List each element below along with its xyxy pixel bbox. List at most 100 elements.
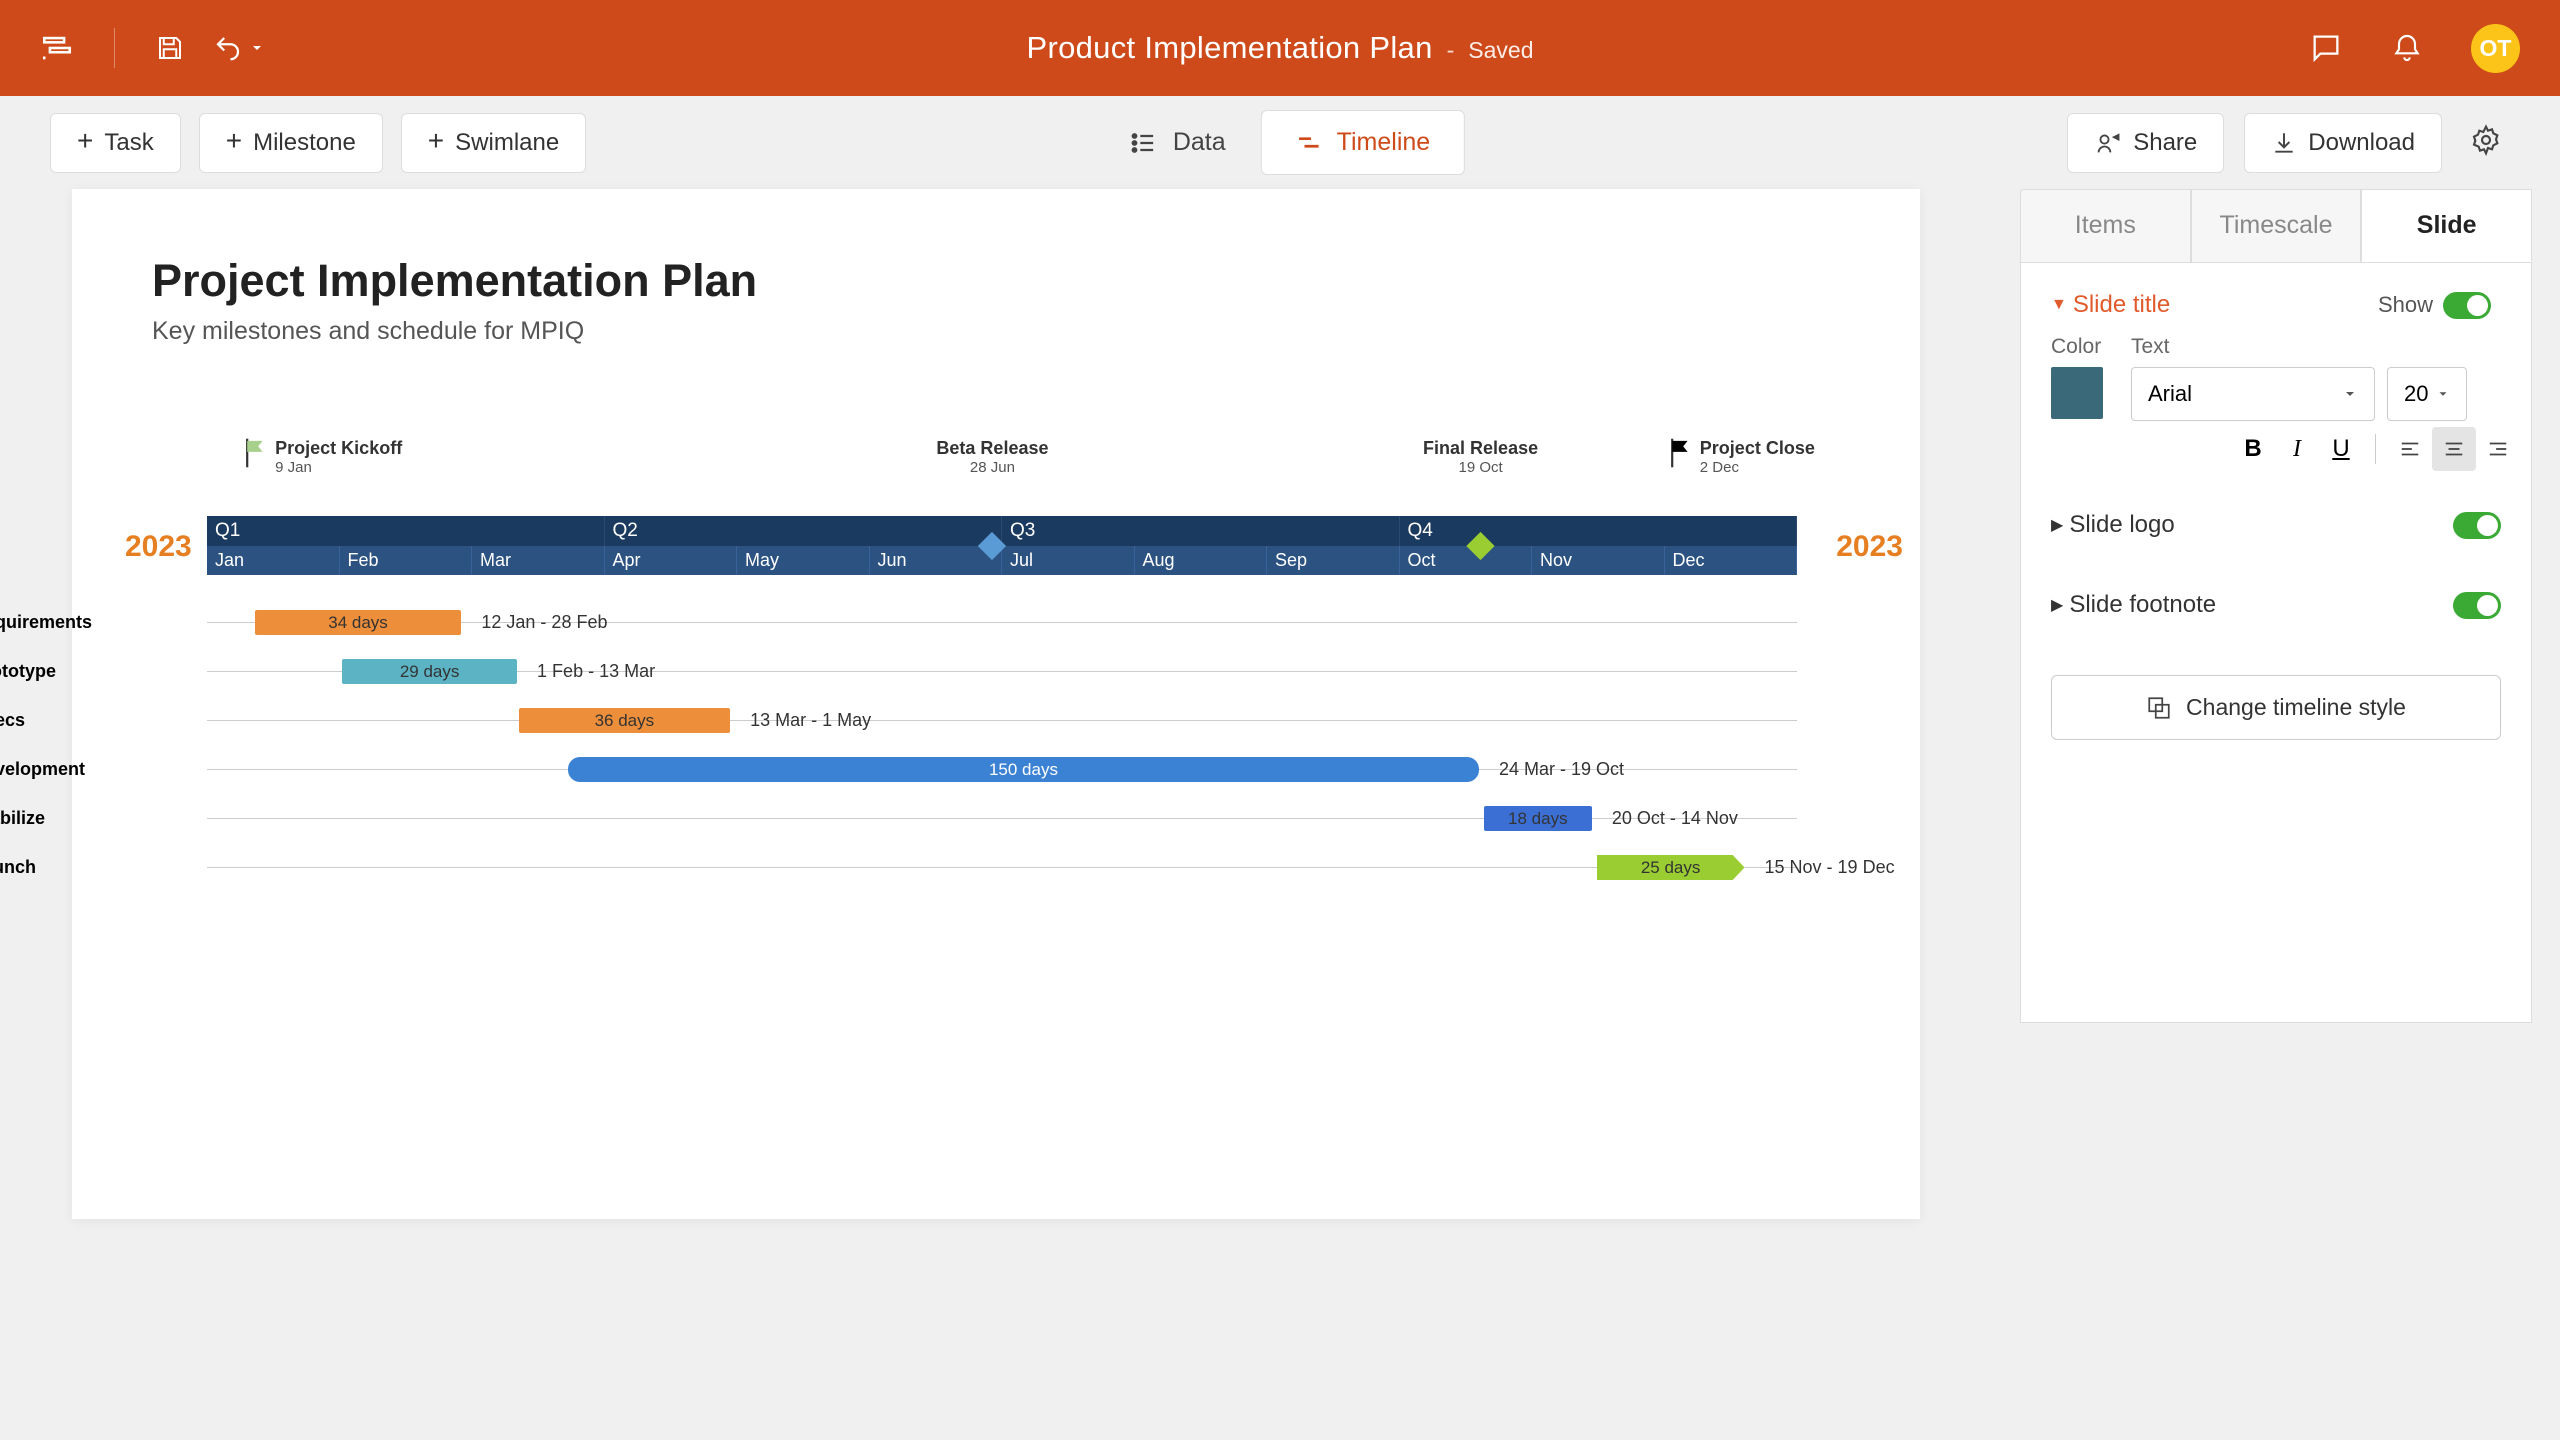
milestone-project-close[interactable]: Project Close2 Dec	[1670, 438, 1815, 476]
font-select[interactable]: Arial	[2131, 367, 2375, 421]
show-toggle-group: Show	[2378, 292, 2491, 319]
save-icon[interactable]	[155, 33, 185, 63]
task-bar[interactable]: 150 days	[568, 757, 1479, 782]
month-cell: Aug	[1135, 546, 1268, 575]
task-name: Requirements	[0, 612, 152, 633]
italic-button[interactable]: I	[2275, 427, 2319, 471]
chat-icon[interactable]	[2309, 31, 2343, 65]
milestone-final-release[interactable]: Final Release19 Oct	[1423, 438, 1538, 556]
task-name: Stabilize	[0, 808, 152, 829]
toolbar: +Task +Milestone +Swimlane Data Timeline…	[0, 96, 2560, 189]
app-icon[interactable]	[40, 31, 74, 65]
task-dates: 24 Mar - 19 Oct	[1499, 759, 1624, 780]
caret-right-icon: ▶	[2051, 595, 2063, 615]
section-slide-title-toggle[interactable]: ▼ Slide title	[2051, 291, 2170, 319]
view-data-button[interactable]: Data	[1095, 110, 1261, 175]
month-cell: Apr	[605, 546, 738, 575]
section-slide-footnote: ▶ Slide footnote	[2051, 565, 2501, 645]
add-buttons-group: +Task +Milestone +Swimlane	[50, 113, 586, 173]
tab-slide[interactable]: Slide	[2361, 189, 2532, 262]
align-center-button[interactable]	[2432, 427, 2476, 471]
task-name: Launch	[0, 857, 152, 878]
user-avatar[interactable]: OT	[2471, 24, 2520, 73]
format-buttons: B I U	[2231, 427, 2520, 471]
tab-items[interactable]: Items	[2020, 189, 2191, 262]
tab-timescale[interactable]: Timescale	[2191, 189, 2362, 262]
task-dates: 12 Jan - 28 Feb	[481, 612, 607, 633]
share-icon	[2094, 129, 2122, 157]
slide-subtitle[interactable]: Key milestones and schedule for MPIQ	[152, 317, 1840, 346]
task-track: 29 days1 Feb - 13 Mar	[207, 671, 1797, 672]
timeline-icon	[1296, 130, 1322, 156]
share-button[interactable]: Share	[2067, 113, 2224, 173]
chevron-down-icon	[249, 40, 265, 56]
bold-button[interactable]: B	[2231, 427, 2275, 471]
month-cell: Jan	[207, 546, 340, 575]
font-size-select[interactable]: 20	[2387, 367, 2467, 421]
panel-tabs: Items Timescale Slide	[2020, 189, 2532, 263]
title-format-row: Color Text Arial 20	[2051, 335, 2501, 471]
align-right-icon	[2487, 438, 2509, 460]
align-center-icon	[2443, 438, 2465, 460]
month-cell: Feb	[340, 546, 473, 575]
show-logo-toggle[interactable]	[2453, 512, 2501, 539]
task-bar[interactable]: 34 days	[255, 610, 462, 635]
month-cell: May	[737, 546, 870, 575]
settings-button[interactable]	[2462, 116, 2510, 169]
undo-icon[interactable]	[213, 33, 265, 63]
task-name: Prototype	[0, 661, 152, 682]
change-timeline-style-button[interactable]: Change timeline style	[2051, 675, 2501, 740]
task-row-requirements: Requirements34 days12 Jan - 28 Feb	[207, 599, 1797, 646]
task-bar[interactable]: 36 days	[519, 708, 730, 733]
milestone-beta-release[interactable]: Beta Release28 Jun	[936, 438, 1048, 556]
task-row-prototype: Prototype29 days1 Feb - 13 Mar	[207, 648, 1797, 695]
slide-canvas[interactable]: Project Implementation Plan Key mileston…	[72, 189, 1920, 1219]
show-footnote-toggle[interactable]	[2453, 592, 2501, 619]
list-icon	[1130, 129, 1158, 157]
align-left-button[interactable]	[2388, 427, 2432, 471]
document-title[interactable]: Product Implementation Plan	[1026, 30, 1432, 66]
task-bar[interactable]: 29 days	[342, 659, 517, 684]
chevron-down-icon	[2342, 386, 2358, 402]
task-dates: 13 Mar - 1 May	[750, 710, 871, 731]
milestones-lane: Project Kickoff9 JanBeta Release28 JunFi…	[207, 438, 1797, 516]
milestone-project-kickoff[interactable]: Project Kickoff9 Jan	[245, 438, 402, 476]
add-task-button[interactable]: +Task	[50, 113, 181, 173]
task-track: 36 days13 Mar - 1 May	[207, 720, 1797, 721]
task-dates: 20 Oct - 14 Nov	[1612, 808, 1738, 829]
task-name: Specs	[0, 710, 152, 731]
task-dates: 15 Nov - 19 Dec	[1765, 857, 1895, 878]
underline-button[interactable]: U	[2319, 427, 2363, 471]
caret-right-icon: ▶	[2051, 515, 2063, 535]
diamond-icon	[978, 532, 1006, 560]
show-label: Show	[2378, 292, 2433, 318]
diamond-icon	[1466, 532, 1494, 560]
section-slide-logo-toggle[interactable]: ▶ Slide logo	[2051, 511, 2175, 539]
section-slide-title: ▼ Slide title Show	[2051, 291, 2501, 319]
show-title-toggle[interactable]	[2443, 292, 2491, 319]
title-color-swatch[interactable]	[2051, 367, 2103, 419]
add-milestone-button[interactable]: +Milestone	[199, 113, 383, 173]
task-bar[interactable]: 18 days	[1484, 806, 1592, 831]
task-row-stabilize: Stabilize18 days20 Oct - 14 Nov	[207, 795, 1797, 842]
section-slide-logo: ▶ Slide logo	[2051, 485, 2501, 565]
task-bar[interactable]: 25 days	[1597, 855, 1745, 880]
section-slide-footnote-toggle[interactable]: ▶ Slide footnote	[2051, 591, 2216, 619]
download-button[interactable]: Download	[2244, 113, 2442, 173]
format-divider	[2375, 434, 2376, 464]
tasks-container: Requirements34 days12 Jan - 28 FebProtot…	[207, 599, 1797, 891]
text-label: Text	[2131, 335, 2520, 359]
caret-down-icon: ▼	[2051, 296, 2067, 314]
slide-title[interactable]: Project Implementation Plan	[152, 255, 1840, 307]
task-row-development: Development150 days24 Mar - 19 Oct	[207, 746, 1797, 793]
main-area: Project Implementation Plan Key mileston…	[0, 189, 2560, 1440]
bell-icon[interactable]	[2391, 32, 2423, 64]
view-timeline-button[interactable]: Timeline	[1261, 110, 1466, 175]
text-column: Text Arial 20 B I U	[2131, 335, 2520, 471]
task-dates: 1 Feb - 13 Mar	[537, 661, 655, 682]
month-cell: Mar	[472, 546, 605, 575]
add-swimlane-button[interactable]: +Swimlane	[401, 113, 586, 173]
month-cell: Dec	[1665, 546, 1798, 575]
align-right-button[interactable]	[2476, 427, 2520, 471]
title-dash: -	[1447, 37, 1455, 64]
